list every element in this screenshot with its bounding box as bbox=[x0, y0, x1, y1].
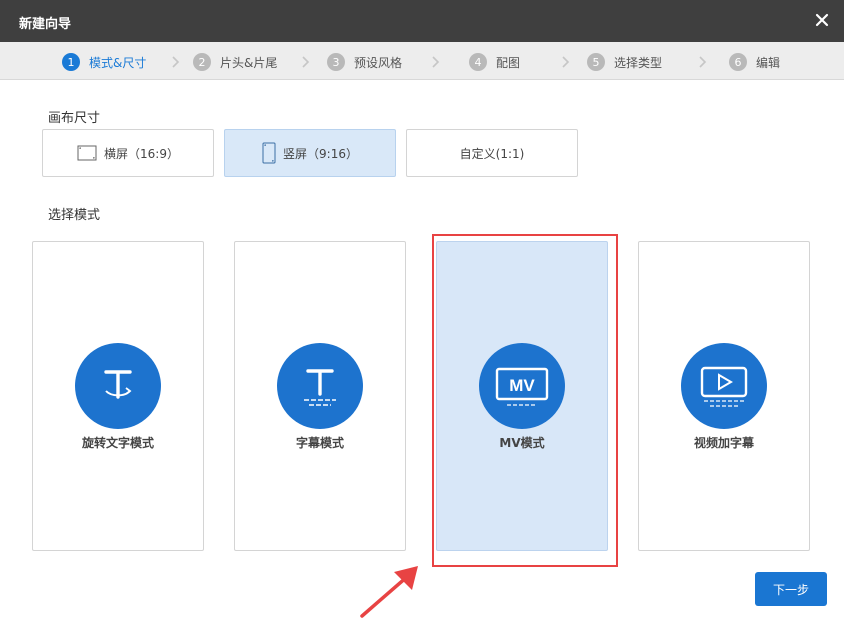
portrait-button[interactable]: 竖屏（9:16） bbox=[224, 129, 396, 177]
rotate-text-icon bbox=[104, 370, 132, 399]
step-mode-size[interactable]: 1 模式&尺寸 bbox=[62, 52, 146, 72]
step-number: 4 bbox=[469, 53, 487, 71]
mode-card-subtitle[interactable]: 字幕模式 bbox=[234, 241, 406, 551]
mode-icon-circle bbox=[277, 343, 363, 429]
mode-label: MV模式 bbox=[499, 436, 545, 450]
mode-card-mv[interactable]: MV MV模式 bbox=[436, 241, 608, 551]
custom-size-button[interactable]: 自定义(1:1) bbox=[406, 129, 578, 177]
wizard-steps: 1 模式&尺寸 2 片头&片尾 3 预设风格 4 配图 5 选择类型 6 编辑 bbox=[0, 42, 844, 80]
chevron-right-icon bbox=[562, 56, 570, 68]
chevron-right-icon bbox=[699, 56, 707, 68]
custom-size-label: 自定义(1:1) bbox=[459, 146, 525, 161]
mode-icon-circle: MV bbox=[479, 343, 565, 429]
step-images[interactable]: 4 配图 bbox=[469, 52, 520, 72]
mode-icon-circle bbox=[75, 343, 161, 429]
window-title: 新建向导 bbox=[19, 17, 72, 32]
step-label: 配图 bbox=[496, 55, 521, 70]
select-mode-label: 选择模式 bbox=[48, 208, 101, 223]
subtitle-text-icon bbox=[304, 369, 336, 406]
portrait-screen-icon bbox=[262, 142, 276, 164]
close-icon[interactable] bbox=[812, 10, 832, 30]
next-step-button[interactable]: 下一步 bbox=[755, 572, 827, 606]
canvas-size-label: 画布尺寸 bbox=[48, 111, 101, 126]
step-intro-outro[interactable]: 2 片头&片尾 bbox=[193, 52, 277, 72]
step-select-type[interactable]: 5 选择类型 bbox=[587, 52, 662, 72]
landscape-screen-icon bbox=[77, 145, 97, 161]
mode-label: 视频加字幕 bbox=[693, 436, 754, 450]
step-number: 2 bbox=[193, 53, 211, 71]
video-subtitle-icon bbox=[700, 366, 748, 407]
mode-label: 字幕模式 bbox=[295, 436, 344, 450]
mode-icon-circle bbox=[681, 343, 767, 429]
step-label: 片头&片尾 bbox=[220, 55, 278, 70]
mode-label: 旋转文字模式 bbox=[81, 436, 154, 450]
title-bar: 新建向导 bbox=[0, 0, 844, 42]
step-number: 5 bbox=[587, 53, 605, 71]
mode-card-rotate-text[interactable]: 旋转文字模式 bbox=[32, 241, 204, 551]
step-preset-style[interactable]: 3 预设风格 bbox=[327, 52, 402, 72]
mode-card-video-subtitle[interactable]: 视频加字幕 bbox=[638, 241, 810, 551]
landscape-button[interactable]: 横屏（16:9） bbox=[42, 129, 214, 177]
chevron-right-icon bbox=[432, 56, 440, 68]
landscape-label: 横屏（16:9） bbox=[104, 146, 179, 161]
annotation-arrow-icon bbox=[360, 566, 418, 618]
step-label: 编辑 bbox=[756, 55, 781, 70]
step-label: 选择类型 bbox=[614, 55, 663, 70]
step-number: 6 bbox=[729, 53, 747, 71]
portrait-label: 竖屏（9:16） bbox=[283, 146, 358, 161]
chevron-right-icon bbox=[172, 56, 180, 68]
step-label: 模式&尺寸 bbox=[89, 55, 147, 70]
chevron-right-icon bbox=[302, 56, 310, 68]
step-edit[interactable]: 6 编辑 bbox=[729, 52, 780, 72]
step-label: 预设风格 bbox=[354, 55, 403, 70]
step-number: 3 bbox=[327, 53, 345, 71]
mv-icon-text: MV bbox=[509, 376, 535, 395]
step-number: 1 bbox=[62, 53, 80, 71]
mv-icon: MV bbox=[495, 367, 549, 406]
